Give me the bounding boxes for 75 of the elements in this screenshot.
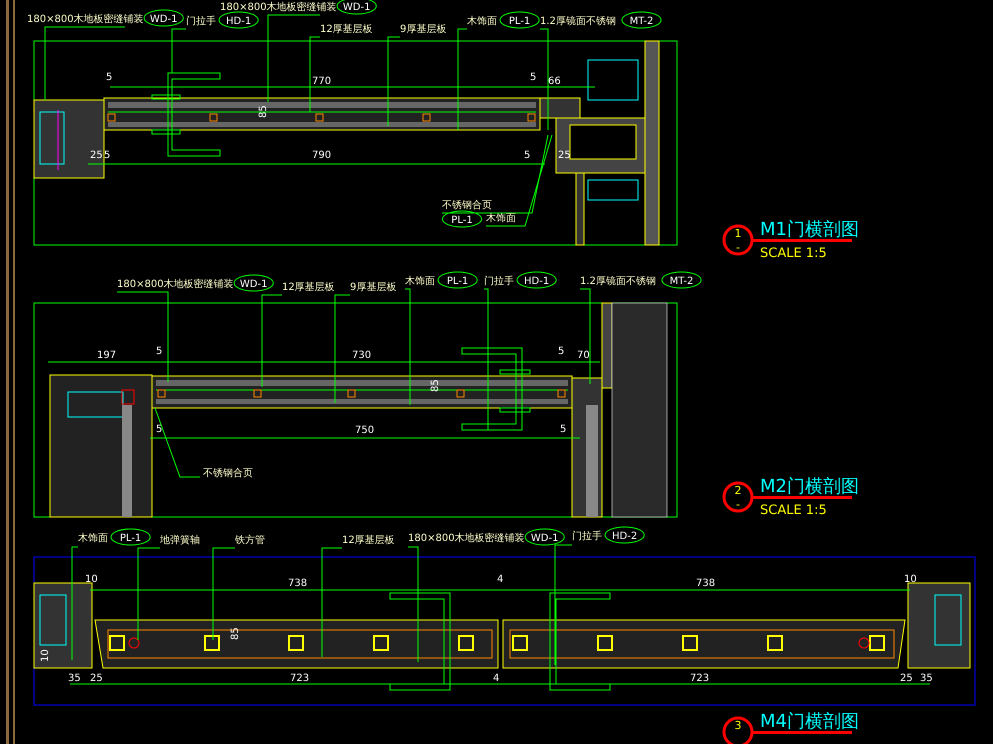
dimension-text: 5 xyxy=(106,72,112,83)
dimension-text: 5 xyxy=(530,72,536,83)
material-tag: PL-1 xyxy=(500,12,540,28)
dimension-text: 5 xyxy=(560,424,566,435)
material-label: 木饰面 xyxy=(486,213,516,224)
material-label: 1.2厚镜面不锈钢 xyxy=(540,16,616,27)
dimension-text: 5 xyxy=(524,150,530,161)
material-label: 180×800木地板密缝铺装 xyxy=(27,14,144,25)
material-label: 门拉手 xyxy=(484,276,514,287)
material-label: 1.2厚镜面不锈钢 xyxy=(580,276,656,287)
dimension-text: 790 xyxy=(312,150,332,161)
material-label: 铁方管 xyxy=(235,535,265,546)
drawing-title: M2门横剖图 xyxy=(760,476,859,497)
material-label: 9厚基层板 xyxy=(400,24,446,35)
drawing-title: M4门横剖图 xyxy=(760,711,859,732)
dimension-text: 35 xyxy=(920,673,933,684)
dimension-text: 70 xyxy=(577,350,590,361)
drawing-title: M1门横剖图 xyxy=(760,219,859,240)
dimension-text: 723 xyxy=(290,673,310,684)
material-label: 180×800木地板密缝铺装 xyxy=(408,533,525,544)
dimension-text: 730 xyxy=(352,350,372,361)
material-label: 12厚基层板 xyxy=(282,282,335,293)
material-tag: MT-2 xyxy=(621,12,662,28)
dimension-text: 738 xyxy=(696,578,716,589)
dimension-text: 5 xyxy=(558,346,564,357)
dimension-text: 5 xyxy=(156,346,162,357)
dimension-text: 4 xyxy=(493,673,500,684)
material-tag: HD-2 xyxy=(604,526,645,544)
material-tag: HD-1 xyxy=(516,272,557,288)
material-label: 木饰面 xyxy=(405,276,435,287)
dimension-text: 25 xyxy=(900,673,913,684)
dimension-text: 5 xyxy=(104,150,110,161)
material-label: 180×800木地板密缝铺装 xyxy=(117,279,234,290)
material-tag: WD-1 xyxy=(144,10,184,26)
material-label: 木饰面 xyxy=(78,533,108,544)
scale-text: SCALE 1:5 xyxy=(760,503,827,518)
dimension-text: 85 xyxy=(258,105,269,118)
material-label: 门拉手 xyxy=(572,531,602,542)
material-tag: PL-1 xyxy=(438,272,478,288)
material-tag: PL-1 xyxy=(110,528,151,546)
material-label: 12厚基层板 xyxy=(342,535,395,546)
dimension-text: 4 xyxy=(497,574,504,585)
dimension-text: 25 xyxy=(90,673,103,684)
dimension-text: 750 xyxy=(355,425,374,436)
dimension-text: 85 xyxy=(430,379,441,392)
dimension-text: 35 xyxy=(68,673,81,684)
material-tag: WD-1 xyxy=(524,528,565,546)
dimension-text: 66 xyxy=(548,76,561,87)
dimension-text: 10 xyxy=(85,574,98,585)
scale-text: SCALE 1:5 xyxy=(760,246,827,261)
dimension-text: 770 xyxy=(312,76,332,87)
material-label: 不锈钢合页 xyxy=(442,200,492,211)
material-tag: MT-2 xyxy=(661,272,702,288)
dimension-text: 10 xyxy=(40,649,51,662)
dimension-text: 25 xyxy=(90,150,103,161)
section-marker: 2 - xyxy=(722,482,754,512)
dimension-text: 10 xyxy=(904,574,917,585)
section-marker: 3 xyxy=(722,716,754,744)
material-tag: WD-1 xyxy=(234,274,274,292)
section-marker: 1 - xyxy=(722,224,754,256)
material-tag: HD-1 xyxy=(218,12,259,28)
material-label: 不锈钢合页 xyxy=(203,468,253,479)
material-tag: WD-1 xyxy=(336,0,377,14)
material-label: 9厚基层板 xyxy=(350,282,396,293)
dimension-text: 738 xyxy=(288,578,308,589)
dimension-text: 197 xyxy=(97,350,116,361)
dimension-text: 5 xyxy=(156,424,162,435)
material-label: 12厚基层板 xyxy=(320,24,373,35)
dimension-text: 723 xyxy=(690,673,710,684)
material-label: 门拉手 xyxy=(186,16,216,27)
material-label: 木饰面 xyxy=(467,16,497,27)
material-label: 地弹簧轴 xyxy=(160,535,200,546)
material-label: 180×800木地板密缝铺装 xyxy=(220,2,337,13)
material-tag: PL-1 xyxy=(442,210,482,228)
dimension-text: 85 xyxy=(230,627,241,640)
